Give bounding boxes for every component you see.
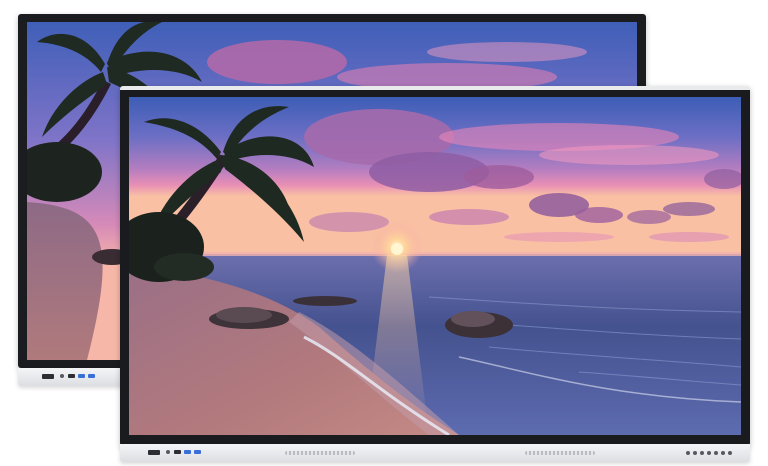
hdmi-port [68,374,75,378]
usb-port [42,374,54,379]
product-stage [0,0,768,466]
button-dot [686,451,690,455]
button-dot [721,451,725,455]
speaker-grille-right [525,451,595,455]
button-dot [728,451,732,455]
button-dot [714,451,718,455]
sensor-dot [166,450,170,454]
rock [293,296,357,306]
usb3-port [184,450,191,454]
hdmi-port [174,450,181,454]
beach-sunset-wallpaper [129,97,741,435]
display-bottom-bar [120,444,750,462]
sensor-dot [60,374,64,378]
usb3-port [78,374,85,378]
button-dot [693,451,697,455]
button-dot [700,451,704,455]
usb3-port [194,450,201,454]
usb3-port [88,374,95,378]
button-dot [707,451,711,455]
front-display-panel [120,86,750,462]
usb-port [148,450,160,455]
speaker-grille-left [285,451,355,455]
display-screen [129,97,741,435]
